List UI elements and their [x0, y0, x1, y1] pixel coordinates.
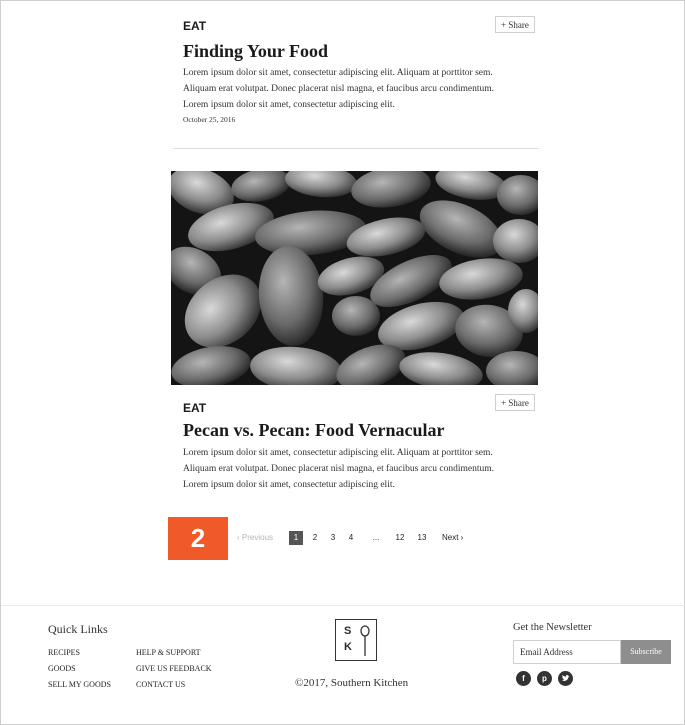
- spoon-icon: [360, 625, 370, 656]
- site-logo[interactable]: S K: [335, 619, 377, 661]
- article-title[interactable]: Pecan vs. Pecan: Food Vernacular: [183, 420, 444, 441]
- footer-link-goods[interactable]: GOODS: [48, 664, 76, 673]
- email-input[interactable]: Email Address: [513, 640, 621, 664]
- article-category[interactable]: EAT: [183, 401, 206, 415]
- step-badge: 2: [168, 517, 228, 560]
- footer-link-give-feedback[interactable]: GIVE US FEEDBACK: [136, 664, 212, 673]
- facebook-icon[interactable]: f: [516, 671, 531, 686]
- pagination-next[interactable]: Next ›: [442, 531, 463, 545]
- footer-link-help-support[interactable]: HELP & SUPPORT: [136, 648, 201, 657]
- article-image-pecans[interactable]: [171, 171, 538, 385]
- share-button[interactable]: + Share: [495, 16, 535, 33]
- article-excerpt: Lorem ipsum dolor sit amet, consectetur …: [183, 448, 495, 490]
- copyright-text: ©2017, Southern Kitchen: [295, 677, 409, 689]
- article-title[interactable]: Finding Your Food: [183, 41, 328, 62]
- logo-letter-k: K: [344, 641, 352, 653]
- footer-link-sell-my-goods[interactable]: SELL MY GOODS: [48, 680, 111, 689]
- pagination-previous: ‹ Previous: [237, 533, 274, 542]
- pecans-photo: [171, 171, 538, 385]
- pagination-page[interactable]: 13: [416, 531, 428, 545]
- article-date: October 25, 2016: [183, 115, 236, 124]
- twitter-bird-glyph: [562, 675, 570, 681]
- article-divider: [173, 148, 539, 149]
- pagination-page[interactable]: 4: [347, 531, 355, 545]
- pagination-page[interactable]: 3: [329, 531, 337, 545]
- footer-divider: [1, 605, 685, 606]
- pagination: ‹ Previous 1 2 3 4 ... 12 13 Next ›: [237, 531, 477, 545]
- footer-link-recipes[interactable]: RECIPES: [48, 648, 80, 657]
- pagination-page-current[interactable]: 1: [289, 531, 303, 545]
- quick-links-heading: Quick Links: [48, 622, 108, 636]
- twitter-icon[interactable]: [558, 671, 573, 686]
- share-button[interactable]: + Share: [495, 394, 535, 411]
- pagination-ellipsis: ...: [372, 533, 380, 542]
- newsletter-heading: Get the Newsletter: [513, 622, 592, 633]
- footer-link-contact-us[interactable]: CONTACT US: [136, 680, 185, 689]
- article-category[interactable]: EAT: [183, 19, 206, 33]
- logo-letter-s: S: [344, 625, 352, 637]
- pinterest-icon[interactable]: p: [537, 671, 552, 686]
- pagination-page[interactable]: 2: [311, 531, 319, 545]
- article-excerpt: Lorem ipsum dolor sit amet, consectetur …: [183, 68, 495, 110]
- pagination-page[interactable]: 12: [394, 531, 406, 545]
- subscribe-button[interactable]: Subscribe: [621, 640, 671, 664]
